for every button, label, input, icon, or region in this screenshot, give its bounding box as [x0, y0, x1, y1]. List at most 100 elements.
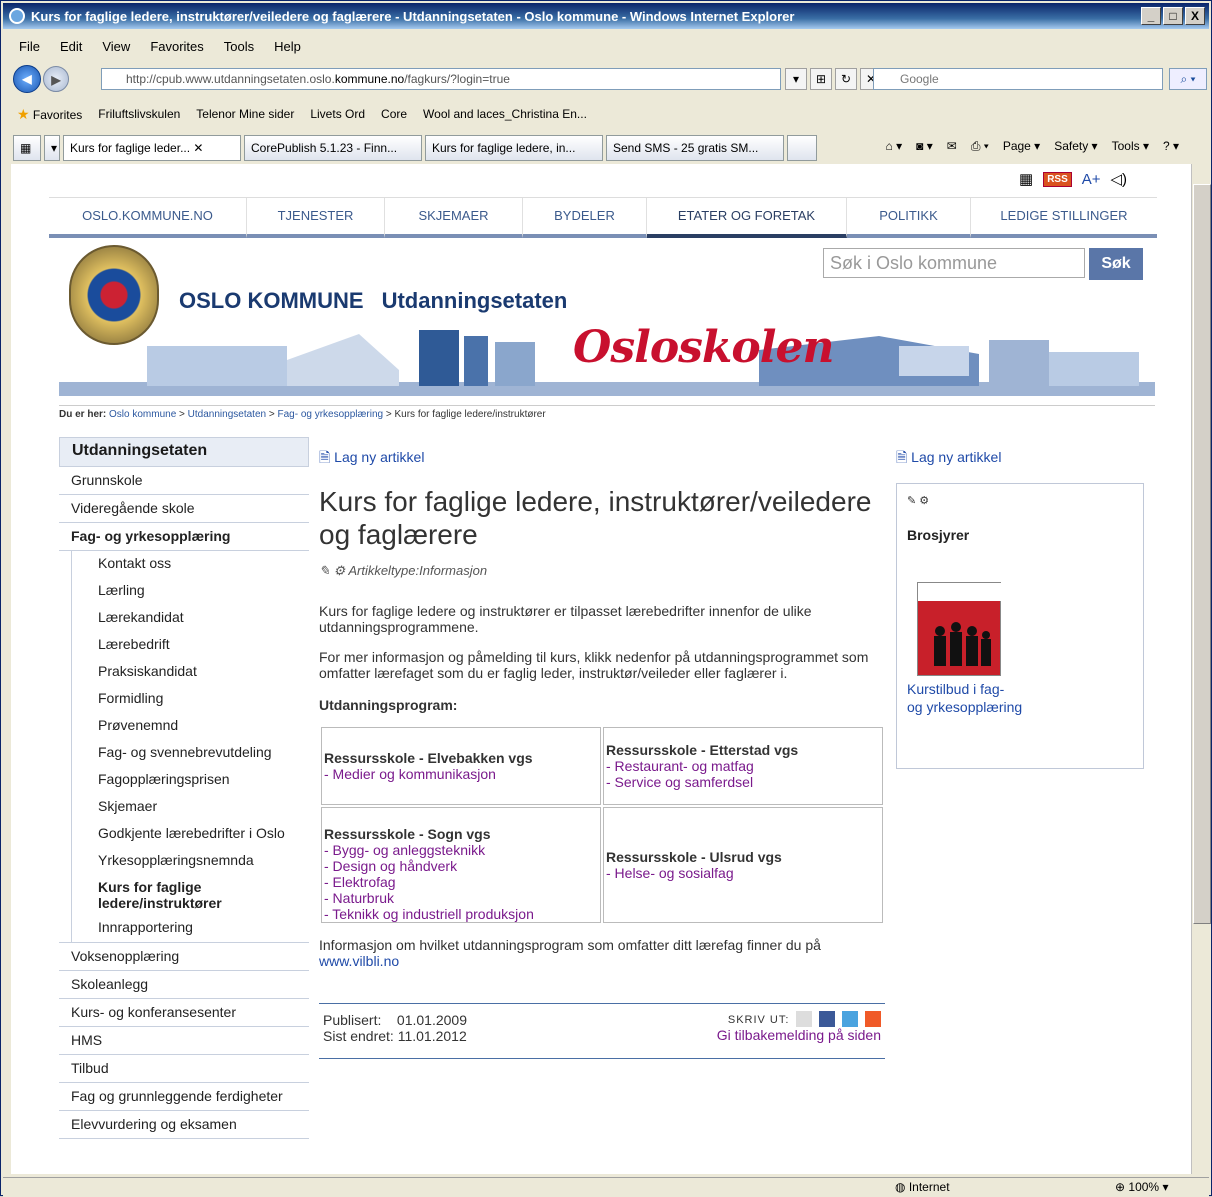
program-link[interactable]: - Bygg- og anleggsteknikk [324, 842, 485, 858]
tab[interactable]: Send SMS - 25 gratis SM... [606, 135, 784, 161]
box-edit-icons[interactable]: ✎ ⚙ [907, 494, 1133, 507]
nav-tjenester[interactable]: TJENESTER [247, 198, 385, 238]
web-search-input[interactable]: Google [873, 68, 1163, 90]
menu-help[interactable]: Help [274, 39, 301, 54]
new-article-link[interactable]: 🗎 Lag ny artikkel [319, 447, 885, 471]
vertical-scrollbar[interactable] [1191, 164, 1211, 1174]
fav-item[interactable]: Livets Ord [310, 107, 365, 121]
sidebar-subitem[interactable]: Formidling [71, 686, 309, 713]
sidebar-subitem[interactable]: Innrapportering [71, 915, 309, 942]
program-link[interactable]: - Design og håndverk [324, 858, 457, 874]
feeds-icon[interactable]: ◙ ▾ [916, 139, 933, 154]
fav-item[interactable]: Core [381, 107, 407, 121]
back-button[interactable]: ◀ [13, 65, 41, 93]
sidebar-subitem[interactable]: Lærebedrift [71, 632, 309, 659]
brochure-link[interactable]: Kurstilbud i fag-og yrkesopplæring [907, 680, 1022, 716]
tab[interactable]: Kurs for faglige ledere, in... [425, 135, 603, 161]
sidebar-subitem[interactable]: Praksiskandidat [71, 659, 309, 686]
breadcrumb-link[interactable]: Utdanningsetaten [188, 409, 266, 420]
facebook-icon[interactable] [819, 1011, 836, 1028]
sidebar-subitem[interactable]: Kontakt oss [71, 551, 309, 578]
sidebar-subitem[interactable]: Lærling [71, 578, 309, 605]
forward-button[interactable]: ▶ [43, 66, 69, 92]
tab[interactable]: CorePublish 5.1.23 - Finn... [244, 135, 422, 161]
minimize-button[interactable]: _ [1141, 7, 1161, 25]
sidebar-item[interactable]: Fag og grunnleggende ferdigheter [59, 1083, 309, 1111]
maximize-button[interactable]: □ [1163, 7, 1183, 25]
tab-active[interactable]: Kurs for faglige leder... ✕ [63, 135, 241, 161]
speaker-icon[interactable]: ◁) [1111, 170, 1128, 188]
sidebar-heading[interactable]: Utdanningsetaten [59, 437, 309, 467]
share-plus-icon[interactable] [865, 1011, 881, 1028]
program-link[interactable]: - Teknikk og industriell produksjon [324, 906, 534, 922]
breadcrumb-link[interactable]: Fag- og yrkesopplæring [277, 409, 383, 420]
program-link[interactable]: - Helse- og sosialfag [606, 865, 734, 881]
mail-icon[interactable]: ✉ [947, 139, 957, 154]
help-icon[interactable]: ? ▾ [1163, 139, 1179, 154]
safety-menu[interactable]: Safety ▾ [1054, 139, 1097, 154]
program-link[interactable]: - Naturbruk [324, 890, 394, 906]
program-link[interactable]: - Medier og kommunikasjon [324, 766, 496, 782]
favorites-button[interactable]: ★ Favorites [17, 106, 82, 123]
menu-view[interactable]: View [102, 39, 130, 54]
sidebar-subitem[interactable]: Yrkesopplæringsnemnda [71, 848, 309, 875]
tools-menu[interactable]: Tools ▾ [1112, 139, 1149, 154]
search-icon[interactable]: ⌕ ▾ [1169, 68, 1207, 90]
home-icon[interactable]: ⌂ ▾ [886, 139, 903, 154]
scrollbar-thumb[interactable] [1193, 184, 1211, 924]
nav-oslo[interactable]: OSLO.KOMMUNE.NO [49, 198, 247, 238]
edit-icon[interactable]: ✎ [319, 563, 330, 578]
address-field[interactable]: http://cpub.www.utdanningsetaten.oslo.ko… [101, 68, 781, 90]
dropdown-icon[interactable]: ▾ [785, 68, 807, 90]
breadcrumb-link[interactable]: Oslo kommune [109, 409, 176, 420]
new-article-link-right[interactable]: 🗎 Lag ny artikkel [896, 447, 1144, 471]
rss-icon[interactable]: RSS [1043, 171, 1072, 187]
fav-item[interactable]: Telenor Mine sider [196, 107, 294, 121]
page-menu[interactable]: Page ▾ [1003, 139, 1040, 154]
program-link[interactable]: - Restaurant- og matfag [606, 758, 754, 774]
sidebar-item[interactable]: Tilbud [59, 1055, 309, 1083]
sidebar-item[interactable]: Grunnskole [59, 467, 309, 495]
menu-file[interactable]: File [19, 39, 40, 54]
menu-tools[interactable]: Tools [224, 39, 254, 54]
new-tab-button[interactable] [787, 135, 817, 161]
program-link[interactable]: - Elektrofag [324, 874, 396, 890]
nav-stillinger[interactable]: LEDIGE STILLINGER [971, 198, 1157, 238]
sidebar-subitem-active[interactable]: Kurs for faglige ledere/instruktører [71, 875, 271, 915]
sidebar-item[interactable]: Voksenopplæring [59, 942, 309, 971]
refresh-icon[interactable]: ↻ [835, 68, 857, 90]
close-button[interactable]: X [1185, 7, 1205, 25]
compat-icon[interactable]: ⊞ [810, 68, 832, 90]
site-search-button[interactable]: Søk [1089, 248, 1143, 280]
twitter-icon[interactable] [842, 1011, 859, 1028]
site-search-input[interactable]: Søk i Oslo kommune [823, 248, 1085, 278]
brochure-cover-image[interactable] [917, 582, 1002, 676]
nav-bydeler[interactable]: BYDELER [523, 198, 647, 238]
menu-edit[interactable]: Edit [60, 39, 82, 54]
nav-skjemaer[interactable]: SKJEMAER [385, 198, 523, 238]
sidebar-subitem[interactable]: Fagopplæringsprisen [71, 767, 309, 794]
nav-politikk[interactable]: POLITIKK [847, 198, 971, 238]
sidebar-item[interactable]: Elevvurdering og eksamen [59, 1111, 309, 1139]
fav-item[interactable]: Wool and laces_Christina En... [423, 107, 587, 121]
print-icon[interactable]: ⎙ ▾ [971, 139, 989, 154]
sidebar-item[interactable]: Videregående skole [59, 495, 309, 523]
feedback-link[interactable]: Gi tilbakemelding på siden [717, 1027, 881, 1043]
fav-item[interactable]: Friluftslivskulen [98, 107, 180, 121]
sidebar-subitem[interactable]: Fag- og svennebrevutdeling [71, 740, 309, 767]
sidebar-item[interactable]: Kurs- og konferansesenter [59, 999, 309, 1027]
vilbli-link[interactable]: www.vilbli.no [319, 953, 399, 969]
sidebar-item[interactable]: Skoleanlegg [59, 971, 309, 999]
program-link[interactable]: - Service og samferdsel [606, 774, 753, 790]
zoom-control[interactable]: ⊕ 100% ▾ [1115, 1180, 1168, 1194]
menu-favorites[interactable]: Favorites [150, 39, 203, 54]
nav-etater[interactable]: ETATER OG FORETAK [647, 198, 847, 238]
print-icon[interactable] [796, 1011, 813, 1028]
sidebar-subitem[interactable]: Prøvenemnd [71, 713, 309, 740]
language-flag-icon[interactable]: ▦ [1019, 170, 1033, 188]
sidebar-item[interactable]: HMS [59, 1027, 309, 1055]
font-size-button[interactable]: A+ [1082, 171, 1101, 188]
sidebar-item-active[interactable]: Fag- og yrkesopplæring [59, 523, 309, 551]
sidebar-subitem[interactable]: Skjemaer [71, 794, 309, 821]
sidebar-subitem[interactable]: Godkjente lærebedrifter i Oslo [71, 821, 309, 848]
